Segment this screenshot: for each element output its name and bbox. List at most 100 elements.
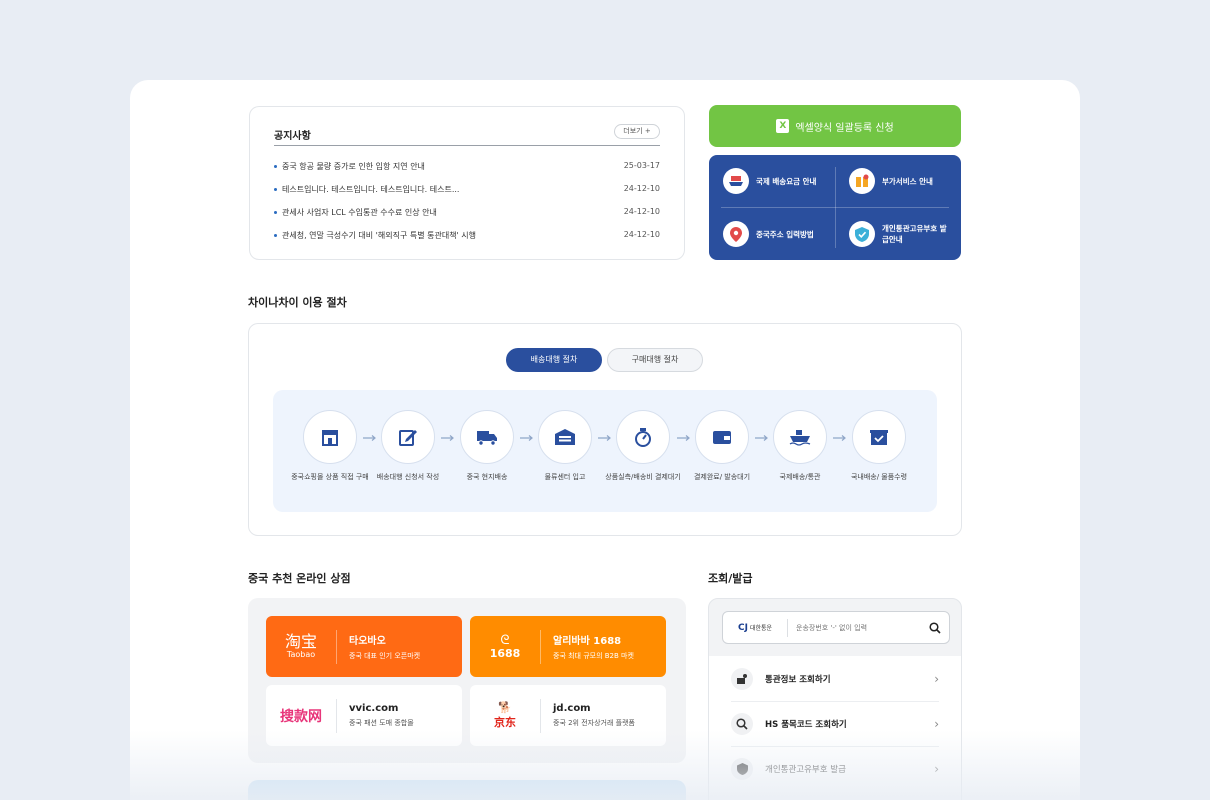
notice-item-title: 관세사 사업자 LCL 수입통관 수수료 인상 안내 <box>282 208 437 217</box>
quick-link-label: 국제 배송요금 안내 <box>756 176 817 186</box>
customs-icon <box>731 667 753 690</box>
notice-item-date: 25-03-17 <box>623 161 660 170</box>
main-card: 공지사항 더보기 + 중국 항공 물량 증가로 인한 입항 지연 안내 25-0… <box>130 80 1080 800</box>
process-step: 물류센터 입고 <box>520 410 610 482</box>
process-panel: 배송대행 절차 구매대행 절차 중국쇼핑몰 상품 직접 구매 배송대행 신청서 … <box>248 323 962 536</box>
bullet <box>274 211 277 214</box>
quick-link-extra-service[interactable]: 부가서비스 안내 <box>849 168 933 194</box>
chevron-right-icon: › <box>934 761 939 776</box>
lookup-item-label: 통관정보 조회하기 <box>765 674 831 685</box>
lookup-section-title: 조회/발급 <box>708 572 753 585</box>
customs-info-lookup-link[interactable]: 통관정보 조회하기 › <box>731 656 939 701</box>
notice-item[interactable]: 관세사 사업자 LCL 수입통관 수수료 인상 안내 24-12-10 <box>274 206 660 220</box>
shop-description: 중국 2위 전자상거래 플랫폼 <box>553 719 635 727</box>
process-step: 결제완료/ 발송대기 <box>677 410 767 482</box>
shop-name: 알리바바 1688 <box>553 636 622 647</box>
hs-code-lookup-link[interactable]: HS 품목코드 조회하기 › <box>731 701 939 746</box>
notice-box: 공지사항 더보기 + 중국 항공 물량 증가로 인한 입항 지연 안내 25-0… <box>249 106 685 260</box>
process-steps: 중국쇼핑몰 상품 직접 구매 배송대행 신청서 작성 중국 현지배송 물류센터 … <box>273 390 937 512</box>
shop-name: vvic.com <box>349 703 399 714</box>
warehouse-icon <box>538 410 592 464</box>
scale-icon <box>616 410 670 464</box>
shop-card-1688[interactable]: ᘓ 1688 알리바바 1688 중국 최대 규모의 B2B 마켓 <box>470 616 666 677</box>
process-step-label: 물류센터 입고 <box>544 473 586 481</box>
quick-link-label: 개인통관고유부호 발급안내 <box>882 224 947 244</box>
box-icon <box>849 168 875 194</box>
shop-description: 중국 패션 도매 종합몰 <box>349 719 414 727</box>
location-pin-icon <box>723 221 749 247</box>
wallet-icon <box>695 410 749 464</box>
shop-description: 중국 최대 규모의 B2B 마켓 <box>553 652 634 660</box>
shop-card-jd[interactable]: 🐕 京东 jd.com 중국 2위 전자상거래 플랫폼 <box>470 685 666 746</box>
hs-code-icon <box>731 712 753 735</box>
notice-item[interactable]: 테스트입니다. 테스트입니다. 테스트입니다. 테스트... 24-12-10 <box>274 183 660 197</box>
tracking-number-input[interactable] <box>788 623 921 632</box>
notice-title: 공지사항 <box>274 131 311 142</box>
divider <box>274 145 660 146</box>
tracking-search-box: CJ 대한통운 <box>722 611 950 644</box>
cj-logistics-logo: CJ 대한통운 <box>737 622 773 633</box>
quick-link-label: 중국주소 입력방법 <box>756 229 814 239</box>
process-step-label: 중국쇼핑몰 상품 직접 구매 <box>291 473 369 481</box>
excel-icon: X <box>776 119 790 133</box>
notice-more-button[interactable]: 더보기 + <box>614 124 660 139</box>
alibaba-1688-logo: ᘓ 1688 <box>489 632 521 660</box>
edit-icon <box>381 410 435 464</box>
shop-name: jd.com <box>553 703 591 714</box>
process-step-label: 국내배송/ 물품수령 <box>850 473 908 481</box>
taobao-logo: 淘宝 Taobao <box>284 632 317 660</box>
process-step: 중국 현지배송 <box>442 410 532 482</box>
notice-item[interactable]: 중국 항공 물량 증가로 인한 입항 지연 안내 25-03-17 <box>274 160 660 174</box>
process-step: 국내배송/ 물품수령 <box>834 410 924 482</box>
notice-item-date: 24-12-10 <box>623 184 660 193</box>
notice-item-date: 24-12-10 <box>623 207 660 216</box>
process-step-label: 배송대행 신청서 작성 <box>376 473 440 481</box>
customs-code-issue-link[interactable]: 개인통관고유부호 발급 › <box>731 746 939 791</box>
jd-logo: 🐕 京东 <box>494 700 516 729</box>
process-section-title: 차이나차이 이용 절차 <box>248 296 347 309</box>
quick-link-label: 부가서비스 안내 <box>882 176 933 186</box>
process-step-label: 상품실측/배송비 결제대기 <box>605 473 681 481</box>
shops-panel: 淘宝 Taobao 타오바오 중국 대표 인기 오픈마켓 ᘓ 1688 알리바바… <box>248 598 686 763</box>
tab-purchase-agency[interactable]: 구매대행 절차 <box>607 348 703 372</box>
lookup-item-label: 개인통관고유부호 발급 <box>765 764 846 775</box>
process-step: 상품실측/배송비 결제대기 <box>598 410 688 482</box>
chevron-right-icon: › <box>934 671 939 686</box>
vvic-logo: 搜款网 <box>280 708 322 725</box>
promo-banner[interactable] <box>248 780 686 800</box>
notice-item-date: 24-12-10 <box>623 230 660 239</box>
bullet <box>274 234 277 237</box>
tab-shipping-agency[interactable]: 배송대행 절차 <box>506 348 602 372</box>
shield-icon <box>731 757 753 780</box>
excel-button-label: 엑셀양식 일괄등록 신청 <box>795 122 894 134</box>
ship-icon <box>773 410 827 464</box>
quick-link-china-address[interactable]: 중국주소 입력방법 <box>723 221 814 247</box>
shop-name: 타오바오 <box>349 636 386 647</box>
notice-item-title: 테스트입니다. 테스트입니다. 테스트입니다. 테스트... <box>282 185 460 194</box>
shop-card-vvic[interactable]: 搜款网 vvic.com 중국 패션 도매 종합몰 <box>266 685 462 746</box>
lookup-item-label: HS 품목코드 조회하기 <box>765 719 847 730</box>
ship-icon <box>723 168 749 194</box>
quick-link-customs-code[interactable]: 개인통관고유부호 발급안내 <box>849 221 949 247</box>
process-step-label: 중국 현지배송 <box>466 473 508 481</box>
notice-item-title: 중국 항공 물량 증가로 인한 입항 지연 안내 <box>282 162 425 171</box>
process-step: 중국쇼핑몰 상품 직접 구매 <box>285 410 375 482</box>
divider <box>721 207 949 208</box>
lookup-list: 통관정보 조회하기 › HS 품목코드 조회하기 › 개인통관고유부호 발급 › <box>709 656 961 800</box>
shop-description: 중국 대표 인기 오픈마켓 <box>349 652 421 660</box>
shops-section-title: 중국 추천 온라인 상점 <box>248 572 351 585</box>
process-step-label: 결제완료/ 발송대기 <box>693 473 751 481</box>
process-step: 국제배송/통관 <box>755 410 845 482</box>
shop-card-taobao[interactable]: 淘宝 Taobao 타오바오 중국 대표 인기 오픈마켓 <box>266 616 462 677</box>
truck-icon <box>460 410 514 464</box>
store-icon <box>303 410 357 464</box>
search-icon[interactable] <box>921 621 949 634</box>
bullet <box>274 188 277 191</box>
excel-bulk-register-button[interactable]: X 엑셀양식 일괄등록 신청 <box>709 105 961 147</box>
quick-link-shipping-fee[interactable]: 국제 배송요금 안내 <box>723 168 816 194</box>
process-step-label: 국제배송/통관 <box>779 473 821 481</box>
notice-item[interactable]: 관세청, 연말 극성수기 대비 '해외직구 특별 통관대책' 시행 24-12-… <box>274 229 660 243</box>
quick-links-panel: 국제 배송요금 안내 부가서비스 안내 중국주소 입력방법 개인통관고유부호 발… <box>709 155 961 260</box>
process-step: 배송대행 신청서 작성 <box>363 410 453 482</box>
package-icon <box>852 410 906 464</box>
